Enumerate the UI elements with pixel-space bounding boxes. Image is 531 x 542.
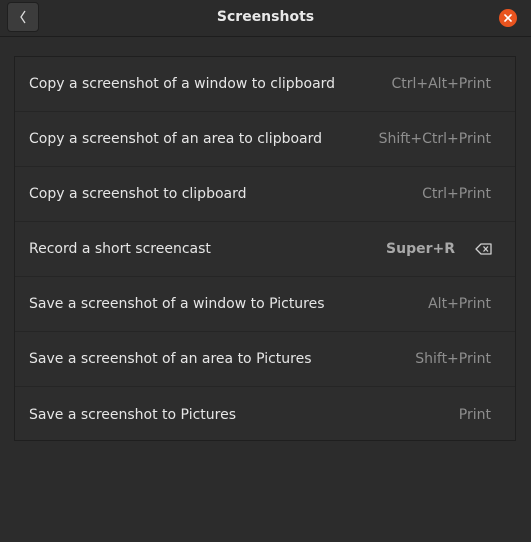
shortcut-accelerator: Print	[458, 406, 491, 423]
shortcut-row-record-screencast[interactable]: Record a short screencast Super+R	[15, 222, 515, 277]
shortcut-row-save-window-pictures[interactable]: Save a screenshot of a window to Picture…	[15, 277, 515, 332]
shortcut-label: Save a screenshot of a window to Picture…	[29, 296, 325, 312]
shortcut-label: Copy a screenshot to clipboard	[29, 186, 247, 202]
shortcut-accelerator: Ctrl+Print	[422, 186, 491, 202]
shortcut-label: Copy a screenshot of a window to clipboa…	[29, 76, 336, 92]
screenshots-dialog: Screenshots Copy a screenshot of a windo…	[0, 0, 531, 542]
shortcut-row-copy-window-clipboard[interactable]: Copy a screenshot of a window to clipboa…	[15, 57, 515, 112]
shortcut-accelerator: Shift+Print	[415, 351, 491, 367]
shortcut-row-copy-clipboard[interactable]: Copy a screenshot to clipboard Ctrl+Prin…	[15, 167, 515, 222]
shortcut-label: Save a screenshot of an area to Pictures	[29, 351, 312, 367]
shortcut-row-save-pictures[interactable]: Save a screenshot to Pictures Print	[15, 387, 515, 442]
close-icon	[504, 14, 512, 22]
close-button[interactable]	[499, 9, 517, 27]
backspace-icon[interactable]	[475, 242, 493, 256]
dialog-title: Screenshots	[216, 9, 315, 25]
shortcut-accelerator: Alt+Print	[428, 296, 491, 312]
shortcut-accelerator: Super+R	[386, 241, 455, 257]
shortcut-row-save-area-pictures[interactable]: Save a screenshot of an area to Pictures…	[15, 332, 515, 387]
shortcut-row-copy-area-clipboard[interactable]: Copy a screenshot of an area to clipboar…	[15, 112, 515, 167]
shortcut-accelerator: Shift+Ctrl+Print	[378, 131, 491, 147]
shortcut-label: Record a short screencast	[29, 241, 211, 257]
shortcut-list: Copy a screenshot of a window to clipboa…	[14, 56, 516, 441]
header-bar: Screenshots	[0, 0, 531, 37]
shortcut-label: Save a screenshot to Pictures	[29, 406, 236, 423]
shortcut-label: Copy a screenshot of an area to clipboar…	[29, 131, 323, 147]
shortcut-accelerator: Ctrl+Alt+Print	[391, 76, 491, 92]
